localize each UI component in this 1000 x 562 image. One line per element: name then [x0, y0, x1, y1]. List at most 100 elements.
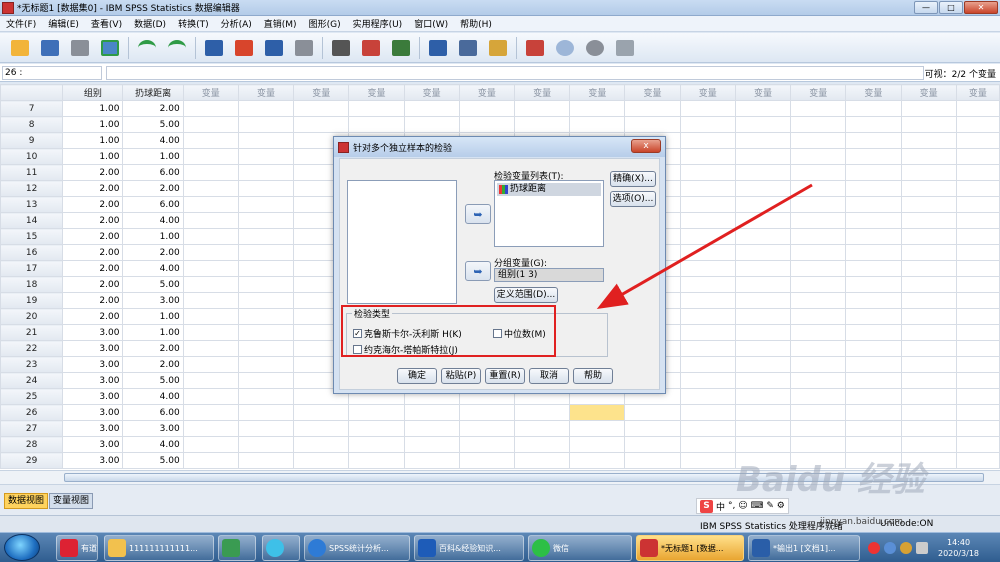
empty-cell[interactable]	[403, 452, 460, 469]
empty-cell[interactable]	[845, 196, 902, 213]
empty-cell[interactable]	[900, 196, 957, 213]
empty-cell[interactable]	[845, 420, 902, 437]
empty-cell[interactable]	[734, 148, 792, 165]
data-cell[interactable]: 6.00	[122, 164, 184, 181]
empty-cell[interactable]	[790, 276, 847, 293]
empty-cell[interactable]	[514, 116, 571, 133]
empty-cell[interactable]	[790, 116, 847, 133]
empty-cell[interactable]	[790, 164, 847, 181]
dialog-recall-icon[interactable]	[98, 37, 122, 59]
move-to-test-list-button[interactable]: ➥	[465, 204, 491, 224]
data-cell[interactable]: 2.00	[62, 180, 124, 197]
data-cell[interactable]: 3.00	[62, 420, 124, 437]
empty-cell[interactable]	[679, 196, 736, 213]
empty-variable-header[interactable]: 变量	[679, 84, 736, 101]
empty-cell[interactable]	[790, 228, 847, 245]
empty-cell[interactable]	[845, 116, 902, 133]
empty-cell[interactable]	[790, 132, 847, 149]
empty-cell[interactable]	[955, 436, 1000, 453]
empty-cell[interactable]	[955, 420, 1000, 437]
empty-cell[interactable]	[734, 436, 792, 453]
empty-cell[interactable]	[845, 212, 902, 229]
empty-cell[interactable]	[955, 452, 1000, 469]
empty-cell[interactable]	[900, 404, 957, 421]
row-number[interactable]: 10	[0, 148, 64, 165]
data-cell[interactable]: 3.00	[62, 404, 124, 421]
empty-cell[interactable]	[845, 164, 902, 181]
empty-cell[interactable]	[182, 452, 239, 469]
empty-variable-header[interactable]: 变量	[182, 84, 239, 101]
empty-cell[interactable]	[679, 452, 736, 469]
cell-value-input[interactable]	[106, 66, 924, 80]
empty-cell[interactable]	[955, 116, 1000, 133]
empty-cell[interactable]	[237, 452, 295, 469]
empty-cell[interactable]	[182, 132, 239, 149]
empty-cell[interactable]	[679, 324, 736, 341]
empty-cell[interactable]	[182, 100, 239, 117]
empty-cell[interactable]	[845, 340, 902, 357]
data-cell[interactable]: 2.00	[122, 100, 184, 117]
data-cell[interactable]: 1.00	[122, 308, 184, 325]
taskbar-folder[interactable]: 111111111111...	[104, 535, 214, 561]
empty-cell[interactable]	[679, 100, 736, 117]
data-cell[interactable]: 2.00	[62, 196, 124, 213]
data-cell[interactable]: 3.00	[62, 356, 124, 373]
empty-cell[interactable]	[569, 116, 626, 133]
row-number[interactable]: 12	[0, 180, 64, 197]
empty-cell[interactable]	[955, 100, 1000, 117]
row-number[interactable]: 9	[0, 132, 64, 149]
ime-tools[interactable]: °, ☺ ⌨ ✎ ⚙	[728, 501, 785, 511]
exact-button[interactable]: 精确(X)...	[610, 171, 656, 187]
menu-data[interactable]: 数据(D)	[128, 17, 172, 30]
data-cell[interactable]: 2.00	[122, 180, 184, 197]
empty-cell[interactable]	[348, 404, 405, 421]
empty-cell[interactable]	[900, 212, 957, 229]
data-cell[interactable]: 4.00	[122, 436, 184, 453]
empty-cell[interactable]	[679, 388, 736, 405]
empty-cell[interactable]	[955, 372, 1000, 389]
empty-cell[interactable]	[293, 404, 350, 421]
empty-cell[interactable]	[403, 420, 460, 437]
empty-cell[interactable]	[734, 388, 792, 405]
cancel-button[interactable]: 取消	[529, 368, 569, 384]
empty-cell[interactable]	[237, 308, 295, 325]
data-cell[interactable]: 1.00	[62, 132, 124, 149]
data-cell[interactable]: 1.00	[122, 324, 184, 341]
empty-cell[interactable]	[734, 132, 792, 149]
empty-cell[interactable]	[790, 372, 847, 389]
empty-cell[interactable]	[237, 324, 295, 341]
row-number[interactable]: 11	[0, 164, 64, 181]
empty-cell[interactable]	[624, 436, 681, 453]
empty-cell[interactable]	[734, 420, 792, 437]
data-cell[interactable]: 2.00	[62, 260, 124, 277]
empty-cell[interactable]	[624, 404, 681, 421]
empty-cell[interactable]	[955, 212, 1000, 229]
empty-cell[interactable]	[403, 436, 460, 453]
empty-cell[interactable]	[237, 276, 295, 293]
empty-cell[interactable]	[845, 372, 902, 389]
row-number[interactable]: 18	[0, 276, 64, 293]
row-number[interactable]: 15	[0, 228, 64, 245]
empty-cell[interactable]	[900, 132, 957, 149]
reset-button[interactable]: 重置(R)	[485, 368, 525, 384]
empty-cell[interactable]	[955, 404, 1000, 421]
empty-cell[interactable]	[514, 452, 571, 469]
help-button[interactable]: 帮助	[573, 368, 613, 384]
goto-variable-icon[interactable]	[232, 37, 256, 59]
empty-cell[interactable]	[790, 324, 847, 341]
split-icon[interactable]	[292, 37, 316, 59]
empty-cell[interactable]	[182, 436, 239, 453]
empty-cell[interactable]	[458, 404, 516, 421]
menu-graphs[interactable]: 图形(G)	[303, 17, 347, 30]
empty-cell[interactable]	[955, 148, 1000, 165]
empty-cell[interactable]	[845, 228, 902, 245]
empty-cell[interactable]	[514, 100, 571, 117]
data-cell[interactable]: 5.00	[122, 116, 184, 133]
empty-cell[interactable]	[569, 436, 626, 453]
menu-file[interactable]: 文件(F)	[0, 17, 42, 30]
empty-cell[interactable]	[458, 452, 516, 469]
empty-variable-header[interactable]: 变量	[348, 84, 405, 101]
empty-cell[interactable]	[293, 436, 350, 453]
row-number[interactable]: 19	[0, 292, 64, 309]
action-center-icon[interactable]	[900, 542, 912, 554]
